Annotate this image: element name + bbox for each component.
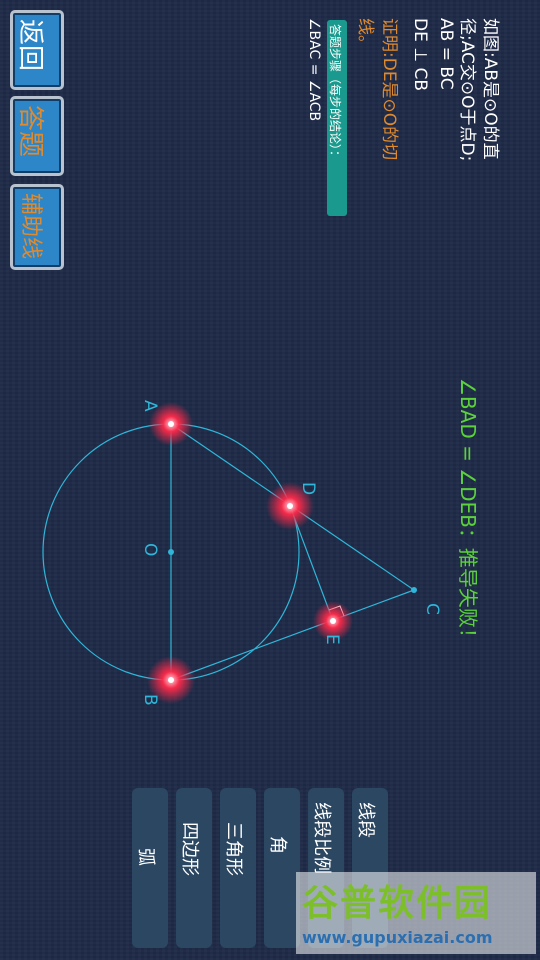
- category-segment-ratio-label: 线段比例: [311, 802, 332, 874]
- label-d: D: [298, 482, 318, 496]
- category-angle-label: 角: [267, 836, 288, 854]
- category-angle-button[interactable]: 角: [264, 788, 300, 948]
- category-triangle-button[interactable]: 三角形: [220, 788, 256, 948]
- label-c: C: [422, 603, 442, 615]
- watermark: 谷普软件园 www.gupuxiazai.com: [296, 872, 536, 954]
- category-triangle-label: 三角形: [223, 822, 244, 876]
- point-b: [168, 677, 174, 683]
- category-quadrilateral-label: 四边形: [179, 822, 200, 876]
- category-arc-button[interactable]: 弧: [132, 788, 168, 948]
- watermark-url: www.gupuxiazai.com: [302, 928, 493, 947]
- point-d: [287, 503, 293, 509]
- category-quadrilateral-button[interactable]: 四边形: [176, 788, 212, 948]
- category-segment-label: 线段: [355, 802, 376, 838]
- category-arc-label: 弧: [135, 848, 156, 866]
- label-o: O: [140, 543, 160, 557]
- watermark-title: 谷普软件园: [302, 883, 493, 924]
- point-e: [330, 618, 336, 624]
- point-c: [411, 587, 417, 593]
- label-e: E: [322, 634, 342, 645]
- label-b: B: [140, 694, 160, 706]
- segment-bc: [170, 589, 415, 681]
- label-a: A: [140, 400, 160, 412]
- point-a: [168, 421, 174, 427]
- point-o: [168, 549, 174, 555]
